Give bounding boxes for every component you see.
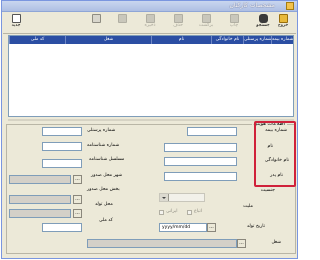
iranian-label: ایرانی xyxy=(166,209,178,214)
insurance-no-input[interactable] xyxy=(187,127,237,136)
search-button[interactable]: جستجو xyxy=(253,13,273,31)
exit-label: خروج xyxy=(277,23,289,28)
undo-label: برگشت xyxy=(198,23,214,28)
gender-select[interactable] xyxy=(159,193,205,202)
issue-city-label: شهر محل صدور xyxy=(91,173,123,178)
nationality-label: ملیت xyxy=(243,204,253,209)
back-icon xyxy=(91,14,101,23)
grid-col-personnel-no[interactable]: شماره پرسنلی xyxy=(243,36,271,44)
save-button[interactable]: ذخیره xyxy=(140,13,160,31)
print-label: چاپ xyxy=(229,23,239,28)
id-card-serial-label: مسلسل شناسنامه xyxy=(89,157,125,162)
issue-city-browse-button[interactable]: ... xyxy=(73,175,82,184)
identity-group: اطلاعات هویتی شماره بیمه نام نام خانوادگ… xyxy=(6,121,296,254)
new-label: جدید xyxy=(11,23,21,28)
iranian-checkbox[interactable] xyxy=(159,210,164,215)
personnel-no-input[interactable] xyxy=(42,127,82,136)
grid-col-first-name[interactable]: نام xyxy=(151,36,211,44)
grid-col-insurance-no[interactable]: شماره بیمه xyxy=(271,36,293,44)
foreign-national-checkbox[interactable] xyxy=(187,210,192,215)
undo-icon xyxy=(201,14,211,23)
edit-icon xyxy=(117,14,127,23)
issue-section-browse-button[interactable]: ... xyxy=(73,195,82,204)
birth-place-input[interactable] xyxy=(9,209,71,218)
birth-date-picker-button[interactable]: ... xyxy=(207,223,216,232)
id-card-no-label: شماره شناسنامه xyxy=(87,143,120,148)
delete-icon xyxy=(173,14,183,23)
grid-header: شماره بیمه شماره پرسنلی نام خانوادگی نام… xyxy=(9,36,293,44)
toolbar: خروج جستجو چاپ برگشت حذف ذخیره جدید xyxy=(3,12,296,34)
id-card-serial-input[interactable] xyxy=(42,159,82,168)
app-icon xyxy=(286,2,294,10)
foreign-national-label: اتباع xyxy=(194,209,203,214)
personnel-no-label: شماره پرسنلی xyxy=(87,128,116,133)
exit-icon xyxy=(278,14,288,23)
job-input[interactable] xyxy=(87,239,237,248)
job-label: شغل xyxy=(271,240,281,245)
grid-col-job[interactable]: شغل xyxy=(65,36,151,44)
national-code-label: کد ملی xyxy=(99,218,113,223)
edit-button[interactable] xyxy=(112,13,132,31)
national-code-input[interactable] xyxy=(42,223,82,232)
exit-button[interactable]: خروج xyxy=(273,13,293,31)
issue-section-input[interactable] xyxy=(9,195,71,204)
window-title: مشخصات کارکنان xyxy=(229,2,275,9)
search-label: جستجو xyxy=(256,23,270,28)
employee-window: مشخصات کارکنان خروج جستجو چاپ برگشت حذف … xyxy=(1,0,298,259)
highlight-annotation-box xyxy=(254,121,296,187)
birth-place-browse-button[interactable]: ... xyxy=(73,209,82,218)
new-button[interactable]: جدید xyxy=(6,13,26,31)
id-card-no-input[interactable] xyxy=(42,142,82,151)
chevron-down-icon xyxy=(160,194,169,201)
print-button[interactable]: چاپ xyxy=(224,13,244,31)
employees-grid[interactable]: شماره بیمه شماره پرسنلی نام خانوادگی نام… xyxy=(8,35,294,117)
job-browse-button[interactable]: ... xyxy=(237,239,246,248)
issue-city-input[interactable] xyxy=(9,175,71,184)
grid-col-last-name[interactable]: نام خانوادگی xyxy=(211,36,243,44)
save-label: ذخیره xyxy=(144,23,156,28)
print-icon xyxy=(229,14,239,23)
delete-label: حذف xyxy=(173,23,183,28)
birth-date-label: تاریخ تولد xyxy=(246,224,265,229)
gender-label: جنسیت xyxy=(260,188,275,193)
first-name-input[interactable] xyxy=(164,143,237,152)
delete-button[interactable]: حذف xyxy=(168,13,188,31)
binoculars-icon xyxy=(258,14,268,23)
undo-button[interactable]: برگشت xyxy=(196,13,216,31)
birth-place-label: محل تولد xyxy=(95,202,113,207)
new-document-icon xyxy=(11,14,21,23)
back-button[interactable] xyxy=(86,13,106,31)
last-name-input[interactable] xyxy=(164,157,237,166)
birth-date-input[interactable]: yyyy/mm/dd xyxy=(159,223,207,232)
grid-col-national-code[interactable]: کد ملی xyxy=(9,36,65,44)
issue-section-label: بخش محل صدور xyxy=(87,187,120,192)
father-name-input[interactable] xyxy=(164,172,237,181)
floppy-icon xyxy=(145,14,155,23)
title-bar: مشخصات کارکنان xyxy=(2,1,297,12)
